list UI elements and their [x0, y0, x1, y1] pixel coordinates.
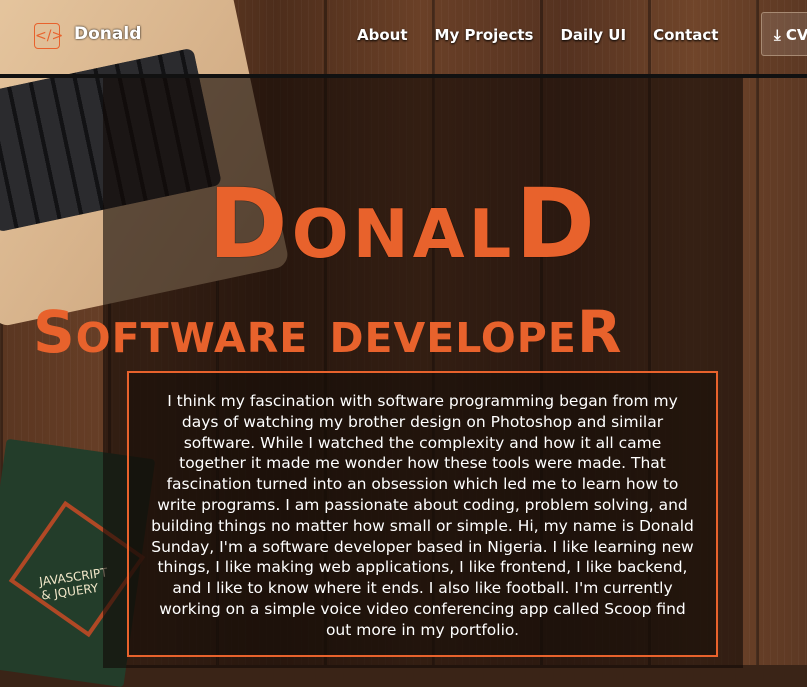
- about-box: I think my fascination with software pro…: [127, 371, 718, 657]
- nav-about[interactable]: About: [357, 26, 408, 44]
- hero-role: Software developeR: [33, 298, 623, 366]
- about-text: I think my fascination with software pro…: [151, 392, 694, 639]
- nav-daily-ui[interactable]: Daily UI: [560, 26, 626, 44]
- top-navbar: </> Donald About My Projects Daily UI Co…: [0, 0, 807, 78]
- download-cv-button[interactable]: ⤓ CV: [761, 12, 807, 56]
- hero-name: DonalD: [208, 168, 599, 280]
- nav-links: About My Projects Daily UI Contact: [357, 26, 718, 44]
- nav-my-projects[interactable]: My Projects: [435, 26, 534, 44]
- download-icon: ⤓: [774, 26, 781, 44]
- nav-contact[interactable]: Contact: [653, 26, 718, 44]
- logo-text[interactable]: Donald: [74, 24, 141, 44]
- code-bracket-icon[interactable]: </>: [34, 23, 63, 49]
- cv-label: CV: [785, 26, 807, 44]
